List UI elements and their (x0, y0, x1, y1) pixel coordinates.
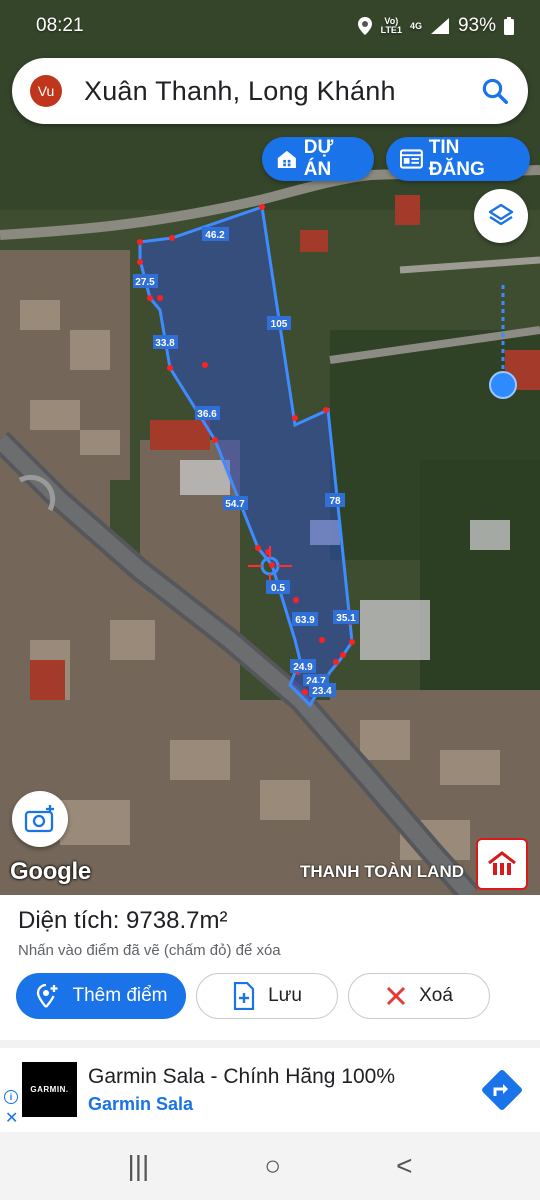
status-time: 08:21 (36, 15, 84, 36)
edge-label: 46.2 (205, 230, 225, 241)
add-point-label: Thêm điểm (72, 985, 168, 1006)
ad-advertiser[interactable]: Garmin Sala (88, 1094, 193, 1115)
add-photo-button[interactable] (12, 791, 68, 847)
watermark-text: THANH TOÀN LAND (300, 862, 465, 881)
ad-banner[interactable]: GARMIN. Garmin Sala - Chính Hãng 100% Ga… (0, 1048, 540, 1132)
advertiser-logo[interactable]: GARMIN. (22, 1062, 77, 1117)
back-button[interactable]: < (396, 1150, 412, 1182)
building-icon (277, 150, 296, 169)
du-an-button[interactable]: DỰ ÁN (262, 137, 374, 181)
edge-label: 35.1 (336, 613, 356, 624)
edge-label: 27.5 (135, 277, 155, 288)
measurement-sheet: Diện tích: 9738.7m² Nhấn vào điểm đã vẽ … (0, 895, 540, 1040)
delete-button[interactable]: Xoá (348, 973, 490, 1019)
save-button[interactable]: Lưu (196, 973, 338, 1019)
status-bar: 08:21 Vo) LTE1 4G 93% (0, 0, 540, 52)
search-icon[interactable] (480, 76, 510, 106)
delete-hint: Nhấn vào điểm đã vẽ (chấm đỏ) để xóa (18, 942, 281, 959)
edge-label: 23.4 (312, 686, 332, 697)
delete-label: Xoá (419, 985, 453, 1006)
du-an-label: DỰ ÁN (303, 137, 334, 180)
edge-label: 36.6 (197, 409, 217, 420)
layers-button[interactable] (474, 189, 528, 243)
satellite-map[interactable]: 46.2 27.5 33.8 36.6 54.7 105 78 0.5 63.9… (0, 0, 540, 895)
add-location-icon (37, 983, 58, 1008)
edge-label: 105 (271, 319, 288, 330)
edge-label: 54.7 (225, 499, 245, 510)
map-canvas[interactable]: 46.2 27.5 33.8 36.6 54.7 105 78 0.5 63.9… (0, 0, 540, 895)
system-nav-bar: ||| ○ < (0, 1132, 540, 1200)
edge-label: 63.9 (295, 615, 315, 626)
location-pin-icon (357, 17, 372, 35)
close-icon (387, 986, 406, 1006)
directions-icon[interactable] (478, 1066, 526, 1114)
layers-icon (488, 203, 514, 226)
search-title[interactable]: Xuân Thanh, Long Khánh (84, 76, 480, 107)
edge-label: 33.8 (155, 338, 175, 349)
listing-icon (400, 149, 423, 169)
battery-icon (504, 17, 514, 35)
signal-type: 4G (409, 20, 422, 31)
location-dot (489, 371, 517, 399)
screen: 46.2 27.5 33.8 36.6 54.7 105 78 0.5 63.9… (0, 0, 540, 1200)
avatar[interactable]: Vu (30, 75, 62, 107)
edge-label: 24.9 (293, 662, 313, 673)
search-bar[interactable]: Vu Xuân Thanh, Long Khánh (12, 58, 528, 124)
area-value: Diện tích: 9738.7m² (18, 907, 228, 934)
ad-close-icon[interactable]: ✕ (5, 1108, 18, 1128)
ad-title[interactable]: Garmin Sala - Chính Hãng 100% (88, 1065, 395, 1089)
recents-button[interactable]: ||| (127, 1150, 149, 1182)
network-label: Vo) LTE1 (380, 16, 402, 35)
add-point-button[interactable]: Thêm điểm (16, 973, 186, 1019)
edge-label: 78 (329, 496, 341, 507)
tin-dang-button[interactable]: TIN ĐĂNG (386, 137, 530, 181)
add-photo-icon (24, 805, 54, 833)
edge-label: 0.5 (271, 583, 285, 594)
save-file-icon (233, 982, 255, 1010)
battery-percent: 93% (457, 15, 496, 36)
brand-logo (476, 838, 528, 890)
ad-info-icon[interactable]: i (4, 1090, 18, 1104)
google-attribution: Google (10, 858, 91, 885)
home-button[interactable]: ○ (264, 1150, 281, 1182)
signal-icon (430, 18, 449, 34)
tin-dang-label: TIN ĐĂNG (428, 137, 485, 180)
save-label: Lưu (268, 985, 302, 1006)
house-logo-icon (488, 850, 516, 875)
